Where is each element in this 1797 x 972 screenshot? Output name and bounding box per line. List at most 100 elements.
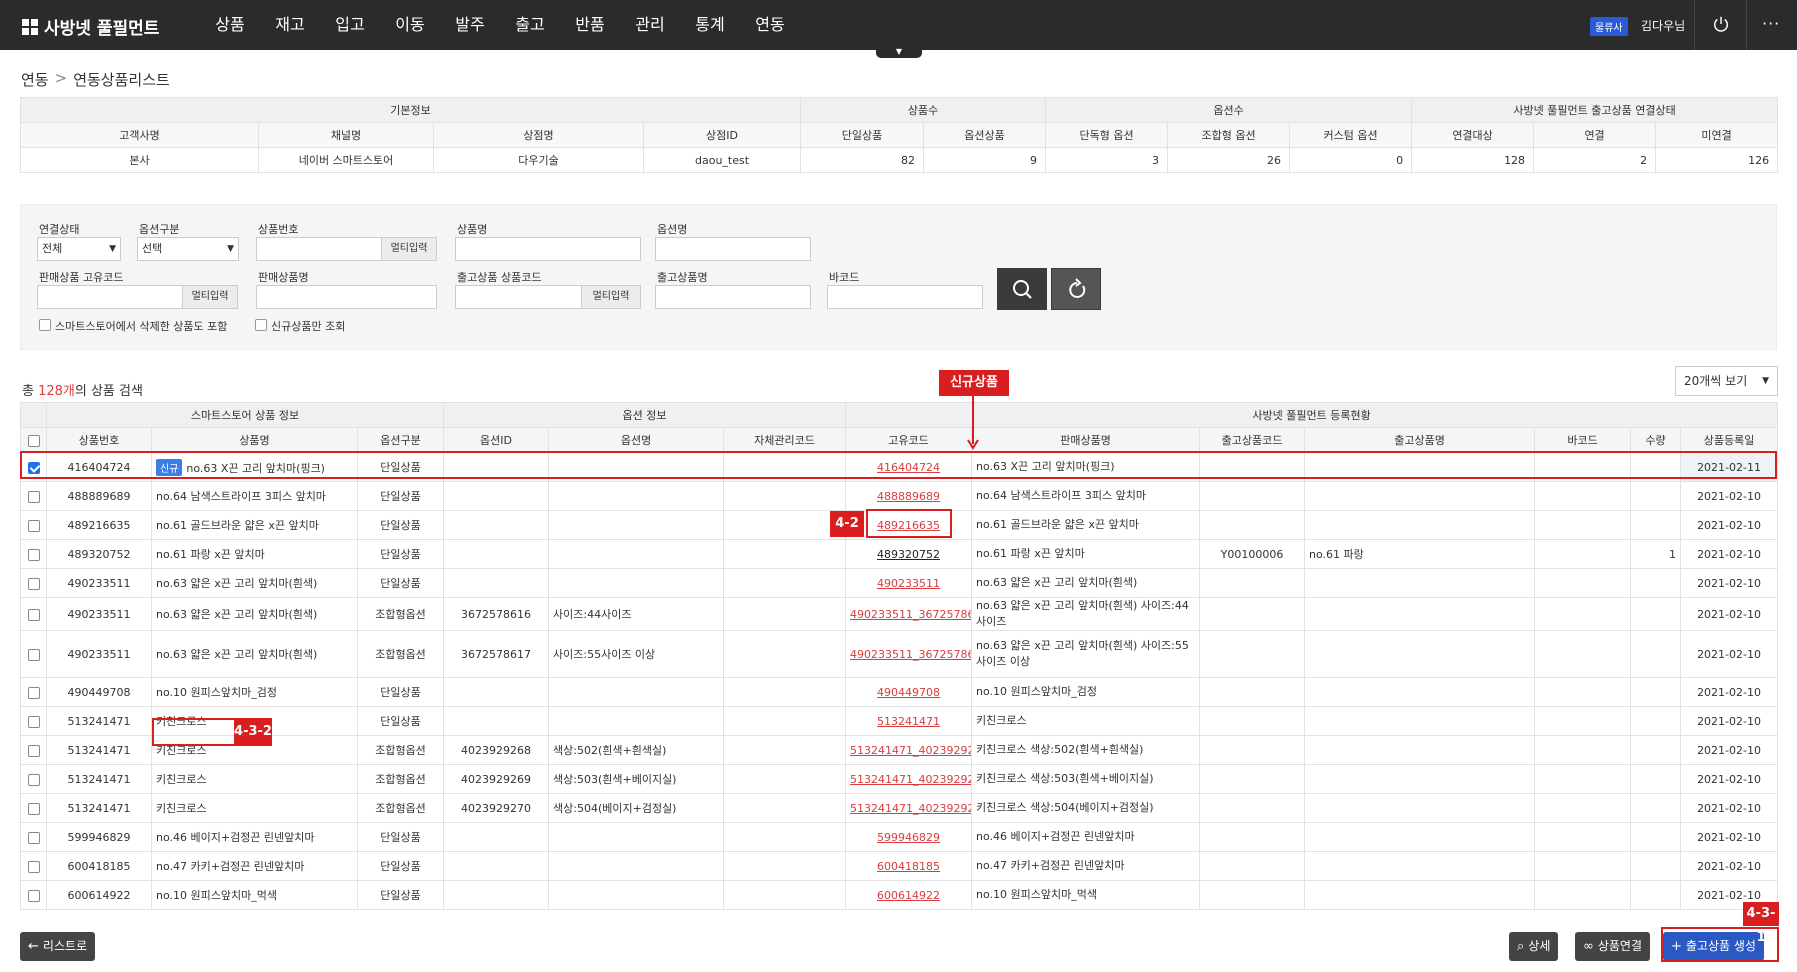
back-to-list-button[interactable]: ← 리스트로 xyxy=(20,932,96,961)
barcode-cell xyxy=(1534,764,1632,794)
self-code-cell xyxy=(723,764,847,794)
self-code-cell xyxy=(723,822,847,852)
link-status-select[interactable]: 전체 ▼ xyxy=(37,237,121,261)
unique-code-link[interactable]: 488889689 xyxy=(845,481,973,511)
out-code-input[interactable] xyxy=(455,285,582,309)
nav-item-stats[interactable]: 통계 xyxy=(680,0,740,50)
out-code-multi-button[interactable]: 멀티입력 xyxy=(581,285,641,309)
nav-item-manage[interactable]: 관리 xyxy=(620,0,680,50)
unique-code-link[interactable]: 600418185 xyxy=(845,851,973,881)
row-checkbox[interactable] xyxy=(27,802,40,815)
row-checkbox[interactable] xyxy=(27,831,40,844)
column-header: 출고상품명 xyxy=(1304,427,1536,453)
total-suffix: 의 상품 검색 xyxy=(74,384,143,399)
row-checkbox[interactable] xyxy=(27,744,40,757)
sale-name-cell: no.10 원피스앞치마_검정 xyxy=(971,677,1201,707)
sale-name-input[interactable] xyxy=(256,285,437,309)
row-checkbox[interactable] xyxy=(27,519,40,532)
option-id-cell xyxy=(443,822,550,852)
include-deleted-checkbox[interactable] xyxy=(39,319,51,331)
nav-item-product[interactable]: 상품 xyxy=(200,0,260,50)
product-no-multi-button[interactable]: 멀티입력 xyxy=(381,237,437,261)
column-header: 상품명 xyxy=(151,427,358,453)
table-row[interactable]: 513241471 키친크로스 단일상품 513241471 키친크로스 2021-02-… xyxy=(20,706,1779,736)
row-checkbox[interactable] xyxy=(27,860,40,873)
logo[interactable]: 사방넷 풀필먼트 xyxy=(22,14,159,39)
row-checkbox[interactable] xyxy=(27,686,40,699)
unique-code-link[interactable]: 513241471 xyxy=(845,706,973,736)
table-row[interactable]: 488889689 no.64 남색스트라이프 3피스 앞치마 단일상품 488889… xyxy=(20,481,1779,511)
link-product-button[interactable]: ∞ 상품연결 xyxy=(1575,932,1651,961)
table-row[interactable]: 490233511 no.63 얇은 x끈 고리 앞치마(흰색) 조합형옵션 3672… xyxy=(20,597,1779,631)
product-no-cell: 513241471 xyxy=(46,735,152,765)
row-checkbox[interactable] xyxy=(27,648,40,661)
table-row[interactable]: 489320752 no.61 파랑 x끈 앞치마 단일상품 489320752 no.… xyxy=(20,539,1779,569)
unique-code-link[interactable]: 599946829 xyxy=(845,822,973,852)
product-no-input[interactable] xyxy=(256,237,382,261)
search-button[interactable] xyxy=(997,268,1047,310)
out-name-input[interactable] xyxy=(655,285,811,309)
table-row[interactable]: 490233511 no.63 얇은 x끈 고리 앞치마(흰색) 단일상품 49023… xyxy=(20,568,1779,598)
breadcrumb-root[interactable]: 연동 xyxy=(21,69,49,90)
option-name-input[interactable] xyxy=(655,237,811,261)
select-all-checkbox[interactable] xyxy=(27,434,40,447)
new-only-checkbox[interactable] xyxy=(255,319,267,331)
row-checkbox[interactable] xyxy=(27,889,40,902)
option-type-select[interactable]: 선택 ▼ xyxy=(137,237,239,261)
unique-code-link[interactable]: 513241471_4023929268 xyxy=(845,735,973,765)
option-type-cell: 단일상품 xyxy=(356,568,445,598)
unique-code-link[interactable]: 490233511_3672578616 xyxy=(845,597,973,631)
option-name-cell xyxy=(548,539,725,569)
sale-code-input[interactable] xyxy=(37,285,183,309)
table-row[interactable]: 513241471 키친크로스 조합형옵션 4023929269 색상:503(흰색+베… xyxy=(20,764,1779,794)
collapse-nav-tab[interactable]: ▼ xyxy=(876,46,922,58)
barcode-input[interactable] xyxy=(827,285,983,309)
sale-name-cell: no.63 얇은 x끈 고리 앞치마(흰색) 사이즈:55사이즈 이상 xyxy=(971,630,1201,678)
column-header: 고유코드 xyxy=(845,427,973,453)
sale-name-cell: 키친크로스 색상:502(흰색+흰색실) xyxy=(971,735,1201,765)
summary-custom-option-count: 0 xyxy=(1289,147,1413,173)
unique-code-link[interactable]: 513241471_4023929270 xyxy=(845,793,973,823)
row-checkbox[interactable] xyxy=(27,577,40,590)
product-name-input[interactable] xyxy=(455,237,641,261)
qty-cell xyxy=(1630,880,1682,910)
option-name-cell xyxy=(548,481,725,511)
table-row[interactable]: 513241471 키친크로스 조합형옵션 4023929268 색상:502(흰색+흰… xyxy=(20,735,1779,765)
nav-item-integration[interactable]: 연동 xyxy=(740,0,800,50)
option-name-cell xyxy=(548,822,725,852)
row-checkbox[interactable] xyxy=(27,490,40,503)
table-row[interactable]: 600418185 no.47 카키+검정끈 린넨앞치마 단일상품 600418185… xyxy=(20,851,1779,881)
unique-code-link[interactable]: 489320752 xyxy=(845,539,973,569)
row-checkbox[interactable] xyxy=(27,773,40,786)
row-checkbox[interactable] xyxy=(27,548,40,561)
nav-item-order[interactable]: 발주 xyxy=(440,0,500,50)
option-type-cell: 조합형옵션 xyxy=(356,597,445,631)
summary-linked-count: 2 xyxy=(1533,147,1657,173)
table-row[interactable]: 490233511 no.63 얇은 x끈 고리 앞치마(흰색) 조합형옵션 3672… xyxy=(20,630,1779,678)
unique-code-link[interactable]: 490233511 xyxy=(845,568,973,598)
nav-item-transfer[interactable]: 이동 xyxy=(380,0,440,50)
table-row[interactable]: 513241471 키친크로스 조합형옵션 4023929270 색상:504(베이지+… xyxy=(20,793,1779,823)
row-checkbox[interactable] xyxy=(27,715,40,728)
nav-item-stock[interactable]: 재고 xyxy=(260,0,320,50)
user-name[interactable]: 김다우님 xyxy=(1641,17,1685,34)
table-row[interactable]: 600614922 no.10 원피스앞치마_먹색 단일상품 600614922 no.… xyxy=(20,880,1779,910)
more-icon[interactable]: ··· xyxy=(1762,14,1780,33)
power-icon[interactable] xyxy=(1712,15,1730,33)
nav-item-return[interactable]: 반품 xyxy=(560,0,620,50)
sale-code-multi-button[interactable]: 멀티입력 xyxy=(182,285,238,309)
nav-item-inbound[interactable]: 입고 xyxy=(320,0,380,50)
summary-option-product-count: 9 xyxy=(923,147,1047,173)
reset-button[interactable] xyxy=(1051,268,1101,310)
nav-item-outbound[interactable]: 출고 xyxy=(500,0,560,50)
row-checkbox[interactable] xyxy=(27,608,40,621)
unique-code-link[interactable]: 600614922 xyxy=(845,880,973,910)
table-row[interactable]: 490449708 no.10 원피스앞치마_검정 단일상품 490449708 no.… xyxy=(20,677,1779,707)
qty-cell xyxy=(1630,793,1682,823)
per-page-select[interactable]: 20개씩 보기 ▼ xyxy=(1675,366,1778,396)
table-row[interactable]: 599946829 no.46 베이지+검정끈 린넨앞치마 단일상품 59994682… xyxy=(20,822,1779,852)
detail-button[interactable]: ⌕ 상세 xyxy=(1509,932,1559,961)
unique-code-link[interactable]: 513241471_4023929269 xyxy=(845,764,973,794)
unique-code-link[interactable]: 490233511_3672578617 xyxy=(845,630,973,678)
unique-code-link[interactable]: 490449708 xyxy=(845,677,973,707)
